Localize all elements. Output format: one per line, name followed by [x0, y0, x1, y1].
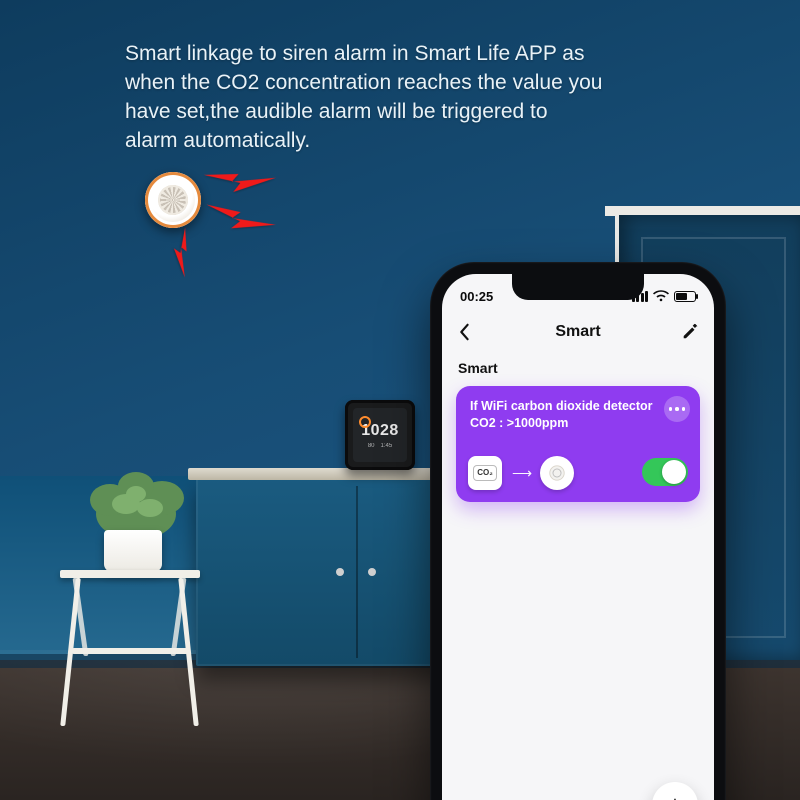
ellipsis-icon: [682, 407, 686, 411]
status-time: 00:25: [460, 289, 493, 304]
phone-mockup: 00:25 Smart Smart If WiFi carbon dioxi: [430, 262, 726, 800]
phone-notch: [512, 274, 644, 300]
promo-scene: Smart linkage to siren alarm in Smart Li…: [0, 0, 800, 800]
siren-device: [145, 172, 201, 228]
siren-icon: [548, 464, 566, 482]
section-label: Smart: [458, 360, 498, 376]
plant-pot: [104, 530, 162, 572]
marketing-headline: Smart linkage to siren alarm in Smart Li…: [125, 40, 605, 156]
toggle-knob: [662, 460, 686, 484]
cabinet-knob: [368, 568, 376, 576]
detector-ring-icon: [359, 416, 371, 428]
detector-subline: 80 1:45: [368, 443, 392, 449]
action-device-chip[interactable]: [540, 456, 574, 490]
nav-bar: Smart: [442, 312, 714, 352]
alarm-bolt-icon: [155, 225, 208, 280]
chevron-left-icon: [457, 323, 471, 341]
co2-detector-product: 1028 80 1:45: [345, 400, 415, 470]
detector-screen: 1028 80 1:45: [353, 408, 407, 462]
plus-icon: +: [667, 790, 682, 800]
automation-card[interactable]: If WiFi carbon dioxide detector CO2 : >1…: [456, 386, 700, 502]
battery-icon: [674, 291, 696, 302]
phone-screen: 00:25 Smart Smart If WiFi carbon dioxi: [442, 274, 714, 800]
automation-flow: CO₂ ⟶: [468, 456, 574, 490]
trigger-device-chip[interactable]: CO₂: [468, 456, 502, 490]
ellipsis-icon: [675, 407, 679, 411]
edit-button[interactable]: [678, 320, 702, 344]
cabinet-knob: [336, 568, 344, 576]
wifi-icon: [653, 290, 669, 302]
back-button[interactable]: [452, 320, 476, 344]
automation-condition: If WiFi carbon dioxide detector CO2 : >1…: [470, 398, 660, 432]
co2-icon: CO₂: [473, 465, 497, 481]
siren-grill-icon: [158, 185, 188, 215]
flow-arrow-icon: ⟶: [512, 465, 530, 482]
ellipsis-icon: [669, 407, 673, 411]
automation-toggle[interactable]: [642, 458, 688, 486]
add-automation-button[interactable]: +: [652, 782, 698, 800]
nav-title: Smart: [555, 323, 600, 341]
card-menu-button[interactable]: [664, 396, 690, 422]
side-table-top: [60, 570, 200, 578]
detector-humidity: 80: [368, 443, 375, 449]
detector-time: 1:45: [381, 443, 393, 449]
pencil-icon: [681, 323, 699, 341]
